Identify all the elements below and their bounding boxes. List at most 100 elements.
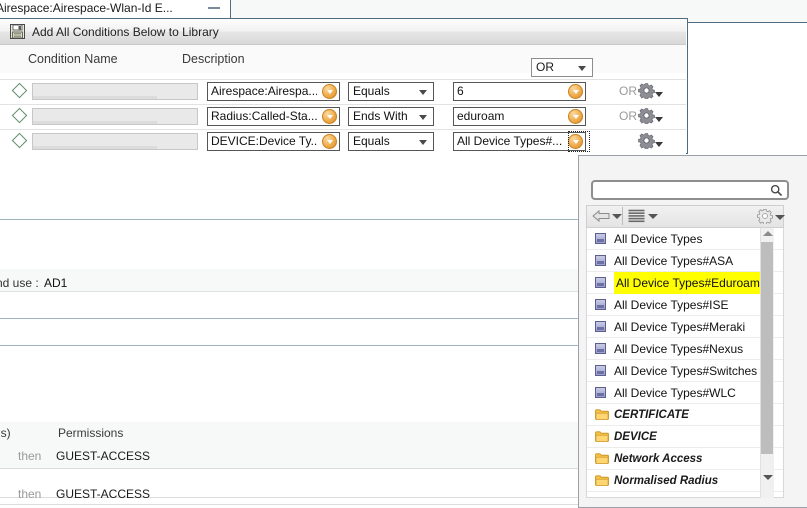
permissions-header-conditions: ns) [0,426,11,440]
list-item-label: All Device Types#WLC [614,385,736,400]
scroll-up-icon[interactable] [763,231,773,236]
list-item-label: All Device Types#Meraki [614,319,746,334]
gear-icon[interactable] [757,208,773,225]
gear-icon[interactable] [638,82,655,100]
conditions-dialog-title: Add All Conditions Below to Library [32,25,219,39]
condition-operator-value: Equals [353,134,390,148]
minimize-icon[interactable] [208,7,220,9]
condition-attribute-select[interactable]: DEVICE:Device Ty... [207,132,340,151]
chevron-down-icon [419,115,427,120]
search-input-wrapper[interactable] [591,180,789,200]
column-header-condition-name: Condition Name [28,52,118,66]
list-view-icon[interactable] [628,209,645,223]
list-item-label: All Device Types#Eduroam [614,271,762,294]
chevron-down-icon[interactable] [648,214,658,219]
condition-attribute-value: Airespace:Airespa... [211,84,317,98]
list-item[interactable]: All Device Types#ISE [587,294,783,316]
search-input[interactable] [597,183,769,199]
condition-value-text: All Device Types#... [457,134,563,148]
list-item-label: CERTIFICATE [614,408,689,421]
gear-icon[interactable] [638,132,655,150]
attribute-picker-icon[interactable] [322,84,337,99]
chevron-down-icon[interactable] [775,215,785,220]
device-square-icon [595,277,606,288]
identity-source-row [0,269,578,292]
device-square-icon [595,387,606,398]
condition-name-input[interactable] [32,108,198,125]
list-item-label: All Device Types#Switches [614,363,758,378]
list-item[interactable]: Network Access [587,448,783,470]
chevron-down-icon [419,90,427,95]
logic-operator-value: OR [536,60,554,74]
scroll-down-icon[interactable] [763,475,773,480]
folder-icon [595,453,609,464]
list-item[interactable]: All Device Types#ASA [587,250,783,272]
condition-join-label: OR [619,109,637,123]
list-item[interactable]: Normalised Radius [587,470,783,492]
list-item[interactable]: All Device Types#Eduroam [587,271,783,294]
condition-operator-value: Ends With [353,109,408,123]
chevron-down-icon [578,66,586,71]
device-square-icon [595,365,606,376]
selector-item-list[interactable]: All Device Types All Device Types#ASA All … [586,228,784,498]
list-item-label: All Device Types#ASA [614,253,734,268]
chevron-down-icon[interactable] [612,214,622,219]
device-square-icon [595,255,606,266]
condition-value-input[interactable]: eduroam [453,107,586,126]
page-blank-row [0,292,578,318]
row-divider [0,504,578,505]
value-picker-icon[interactable] [568,109,583,124]
list-item[interactable]: CERTIFICATE [587,404,783,426]
list-item[interactable]: All Device Types [587,228,783,250]
list-item[interactable]: All Device Types#Meraki [587,316,783,338]
condition-operator-select[interactable]: Equals [348,132,434,151]
save-disk-icon[interactable] [10,24,25,39]
list-item[interactable]: All Device Types#WLC [587,382,783,404]
condition-attribute-select[interactable]: Radius:Called-Sta... [207,107,340,126]
list-item[interactable]: DEVICE [587,426,783,448]
list-item-label: DEVICE [614,430,657,443]
condition-value-input[interactable]: All Device Types#... [453,132,586,151]
list-item-label: Normalised Radius [614,474,719,487]
list-item-label: Network Access [614,452,703,465]
chevron-down-icon[interactable] [655,142,663,147]
row-permission-value: GUEST-ACCESS [56,487,151,501]
gear-icon[interactable] [638,107,655,125]
list-item[interactable]: All Device Types#Switches [587,360,783,382]
condition-value-input[interactable]: 6 [453,82,586,101]
attribute-picker-icon[interactable] [322,134,337,149]
list-item[interactable] [587,492,783,498]
column-header-description: Description [182,52,245,66]
condition-attribute-value: Radius:Called-Sta... [211,109,317,123]
back-arrow-icon[interactable] [592,209,610,223]
diamond-handle-icon[interactable] [11,82,28,99]
condition-name-input[interactable] [32,83,198,100]
page-blank-row [0,319,578,345]
condition-join-label: OR [619,84,637,98]
identity-source-label: nd use : [0,276,39,290]
search-icon[interactable] [770,184,783,197]
condition-attribute-select[interactable]: Airespace:Airespa... [207,82,340,101]
scrollbar-thumb[interactable] [761,242,773,454]
chevron-down-icon[interactable] [655,92,663,97]
chevron-down-icon [419,140,427,145]
value-picker-focus-ring [568,131,590,152]
diamond-handle-icon[interactable] [11,132,28,149]
value-picker-icon[interactable] [568,84,583,99]
chevron-down-icon[interactable] [655,117,663,122]
folder-icon [595,475,609,486]
condition-operator-select[interactable]: Equals [348,82,434,101]
condition-operator-value: Equals [353,84,390,98]
attribute-picker-icon[interactable] [322,109,337,124]
condition-name-input[interactable] [32,133,198,150]
condition-operator-select[interactable]: Ends With [348,107,434,126]
list-item[interactable]: All Device Types#Nexus [587,338,783,360]
diamond-handle-icon[interactable] [11,107,28,124]
page-blank-row [0,346,578,422]
row-permission-value: GUEST-ACCESS [56,449,151,463]
list-item-label: All Device Types#Nexus [614,341,744,356]
page-content-area [0,154,578,220]
condition-value-text: eduroam [457,109,505,123]
condition-value-text: 6 [457,84,464,98]
folder-icon [595,497,606,498]
